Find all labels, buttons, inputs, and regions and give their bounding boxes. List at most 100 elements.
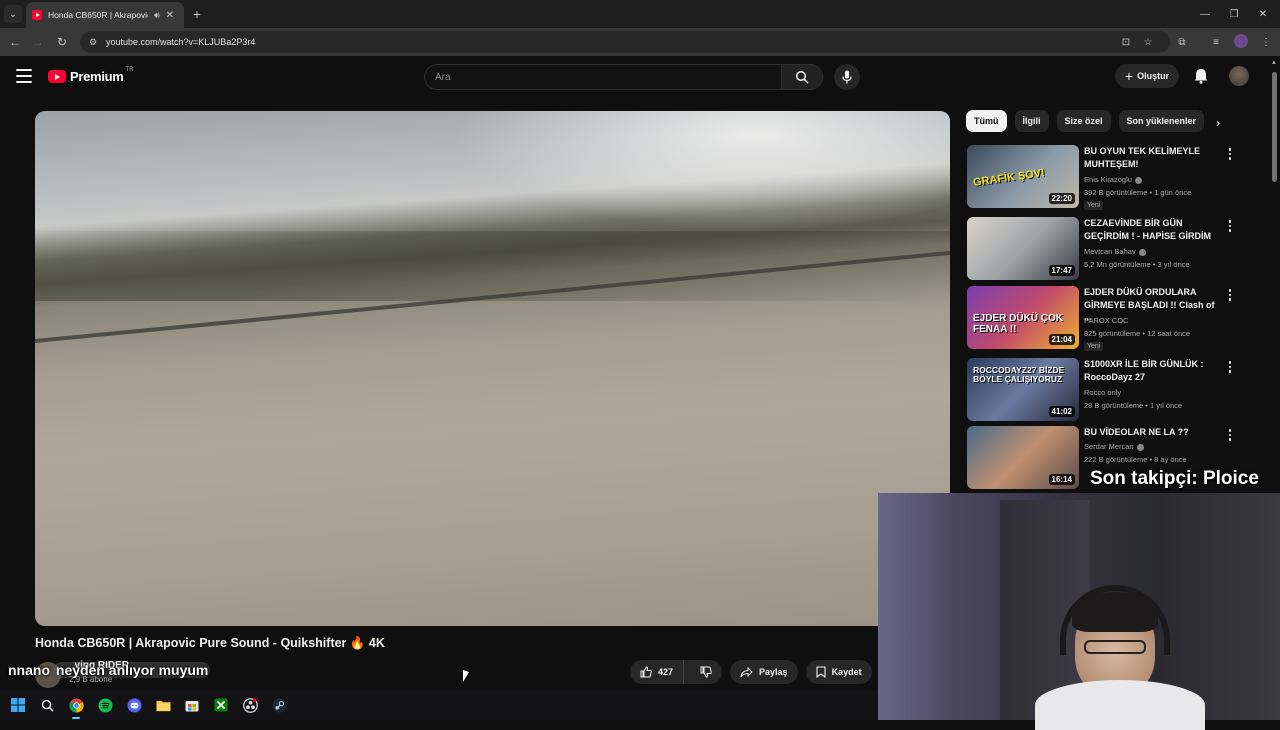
like-count: 427 bbox=[658, 667, 674, 677]
browser-menu-icon[interactable]: ⋮ bbox=[1258, 34, 1274, 50]
obs-icon[interactable] bbox=[240, 695, 260, 715]
webcam-streamer-hair bbox=[1072, 592, 1158, 632]
youtube-header: Premium TR + Oluştur bbox=[0, 56, 1280, 100]
discord-icon[interactable] bbox=[124, 695, 144, 715]
share-button[interactable]: Paylaş bbox=[730, 660, 798, 684]
recommendation-item[interactable]: 17:47 CEZAEVİNDE BİR GÜN GEÇİRDİM ! - HA… bbox=[967, 217, 1247, 281]
video-thumbnail[interactable]: 16:14 bbox=[967, 426, 1079, 489]
chat-username: nnano bbox=[8, 662, 54, 678]
more-vertical-icon[interactable] bbox=[1225, 147, 1235, 161]
window-close-icon[interactable]: ✕ bbox=[1248, 4, 1278, 24]
thumbnail-text: GRAFİK ŞOV! bbox=[972, 167, 1046, 189]
reload-icon[interactable]: ↻ bbox=[52, 32, 72, 52]
recommendation-title[interactable]: BU OYUN TEK KELİMEYLE MUHTEŞEM! bbox=[1084, 145, 1224, 170]
more-vertical-icon[interactable] bbox=[1225, 360, 1235, 374]
video-player[interactable] bbox=[35, 111, 950, 626]
chrome-icon[interactable] bbox=[66, 695, 86, 719]
microsoft-store-icon[interactable] bbox=[182, 695, 202, 715]
media-controls-icon[interactable]: ≡ bbox=[1208, 34, 1224, 50]
youtube-logo-icon bbox=[48, 70, 66, 83]
chip-for-you[interactable]: Size özel bbox=[1056, 110, 1111, 132]
recommendation-filter-chips: Tümü İlgili Size özel Son yüklenenler bbox=[966, 110, 1205, 132]
windows-start-icon[interactable] bbox=[8, 695, 28, 715]
file-explorer-icon[interactable] bbox=[153, 695, 173, 715]
recommendation-title[interactable]: CEZAEVİNDE BİR GÜN GEÇİRDİM ! - HAPİSE G… bbox=[1084, 217, 1224, 242]
chat-message: neyden anlıyor muyum bbox=[53, 662, 211, 678]
browser-tab-active[interactable]: Honda CB650R | Akrapovic 🔊︎ ✕ bbox=[26, 2, 184, 28]
recommendation-item[interactable]: EJDER DÜKÜ ÇOK FENAA !! 21:04 EJDER DÜKÜ… bbox=[967, 286, 1247, 351]
spotify-icon[interactable] bbox=[95, 695, 115, 715]
video-thumbnail[interactable]: GRAFİK ŞOV! 22:20 bbox=[967, 145, 1079, 208]
chip-recently-uploaded[interactable]: Son yüklenenler bbox=[1118, 110, 1205, 132]
chip-related[interactable]: İlgili bbox=[1014, 110, 1049, 132]
browser-profile-avatar[interactable] bbox=[1234, 34, 1248, 48]
verified-icon bbox=[1136, 443, 1144, 451]
more-vertical-icon[interactable] bbox=[1225, 219, 1235, 233]
create-button[interactable]: + Oluştur bbox=[1115, 64, 1179, 88]
more-vertical-icon[interactable] bbox=[1225, 288, 1235, 302]
notifications-button[interactable] bbox=[1190, 65, 1212, 87]
recommendation-meta: 222 B görüntüleme • 8 ay önce bbox=[1084, 455, 1187, 464]
recommendation-meta: 825 görüntüleme • 12 saat önce bbox=[1084, 329, 1191, 338]
close-icon[interactable]: ✕ bbox=[166, 10, 174, 21]
scroll-up-arrow-icon[interactable]: ▲ bbox=[1271, 60, 1277, 66]
thumbs-up-icon bbox=[640, 666, 652, 678]
share-arrow-icon bbox=[740, 666, 753, 677]
verified-icon bbox=[1134, 176, 1142, 184]
video-thumbnail[interactable]: ROCCODAYZ27 BİZDE BÖYLE ÇALIŞIYORUZ 41:0… bbox=[967, 358, 1079, 421]
browser-tab-strip: ⌄ Honda CB650R | Akrapovic 🔊︎ ✕ + — ❐ ✕ bbox=[0, 0, 1280, 28]
video-duration: 16:14 bbox=[1048, 474, 1075, 485]
search-input[interactable] bbox=[435, 71, 735, 83]
bookmark-star-icon[interactable]: ☆ bbox=[1140, 34, 1156, 50]
page-scrollbar-thumb[interactable] bbox=[1272, 72, 1277, 182]
video-frame-sky bbox=[455, 111, 950, 231]
extensions-icon[interactable]: ⧉ bbox=[1174, 34, 1190, 50]
like-button[interactable]: 427 bbox=[630, 660, 685, 684]
recommendation-title[interactable]: S1000XR İLE BİR GÜNLÜK : RoccoDayz 27 bbox=[1084, 358, 1224, 383]
more-vertical-icon[interactable] bbox=[1225, 428, 1235, 442]
search-button[interactable] bbox=[781, 64, 823, 90]
recommendation-title[interactable]: BU VİDEOLAR NE LA ?? bbox=[1084, 426, 1224, 439]
speaker-icon[interactable]: 🔊︎ bbox=[154, 10, 160, 21]
recommendation-channel[interactable]: Enis Kirazoglu bbox=[1084, 175, 1142, 184]
address-bar[interactable]: ⚙ youtube.com/watch?v=KLJUBa2P3r4 bbox=[80, 31, 1170, 53]
account-avatar[interactable] bbox=[1229, 66, 1249, 86]
voice-search-button[interactable] bbox=[834, 64, 860, 90]
dislike-button[interactable] bbox=[690, 660, 722, 684]
search-box bbox=[424, 64, 782, 90]
video-thumbnail[interactable]: EJDER DÜKÜ ÇOK FENAA !! 21:04 bbox=[967, 286, 1079, 349]
chevron-right-icon[interactable]: › bbox=[1210, 115, 1226, 131]
save-button[interactable]: Kaydet bbox=[805, 660, 872, 684]
share-label: Paylaş bbox=[759, 667, 788, 677]
hamburger-menu-icon[interactable] bbox=[16, 69, 32, 83]
recommendation-channel[interactable]: PAROX COC bbox=[1084, 316, 1128, 325]
recommendation-channel[interactable]: Serdar Mercan bbox=[1084, 442, 1144, 451]
recommendation-channel[interactable]: Rocco only bbox=[1084, 388, 1121, 397]
site-info-icon[interactable]: ⚙ bbox=[88, 37, 98, 47]
taskbar-search-icon[interactable] bbox=[37, 695, 57, 715]
restore-icon[interactable]: ❐ bbox=[1219, 4, 1249, 24]
forward-arrow-icon[interactable]: → bbox=[28, 32, 48, 52]
tab-title: Honda CB650R | Akrapovic bbox=[48, 10, 148, 20]
channel-name-text: Serdar Mercan bbox=[1084, 442, 1134, 451]
bell-icon bbox=[1194, 69, 1208, 84]
install-app-icon[interactable]: ⊡ bbox=[1118, 34, 1134, 50]
new-tab-button[interactable]: + bbox=[188, 5, 206, 23]
bookmark-icon bbox=[816, 666, 826, 678]
chip-all[interactable]: Tümü bbox=[966, 110, 1007, 132]
recommendation-channel[interactable]: Mevtcan Bahav bbox=[1084, 247, 1146, 256]
minimize-icon[interactable]: — bbox=[1190, 4, 1220, 24]
chevron-down-icon[interactable]: ⌄ bbox=[4, 5, 22, 23]
video-action-bar: 427 Paylaş Kaydet bbox=[630, 660, 872, 684]
youtube-premium-logo[interactable]: Premium TR bbox=[48, 67, 136, 84]
browser-toolbar: ← → ↻ ⚙ youtube.com/watch?v=KLJUBa2P3r4 … bbox=[0, 28, 1280, 56]
recommendation-item[interactable]: GRAFİK ŞOV! 22:20 BU OYUN TEK KELİMEYLE … bbox=[967, 145, 1247, 210]
steam-icon[interactable] bbox=[269, 695, 289, 715]
back-arrow-icon[interactable]: ← bbox=[5, 32, 25, 52]
recommendation-item[interactable]: ROCCODAYZ27 BİZDE BÖYLE ÇALIŞIYORUZ 41:0… bbox=[967, 358, 1247, 422]
youtube-favicon-icon bbox=[32, 10, 42, 20]
channel-name-text: Rocco only bbox=[1084, 388, 1122, 397]
video-thumbnail[interactable]: 17:47 bbox=[967, 217, 1079, 280]
webcam-streamer-shirt bbox=[1035, 680, 1205, 730]
xbox-app-icon[interactable] bbox=[211, 695, 231, 715]
